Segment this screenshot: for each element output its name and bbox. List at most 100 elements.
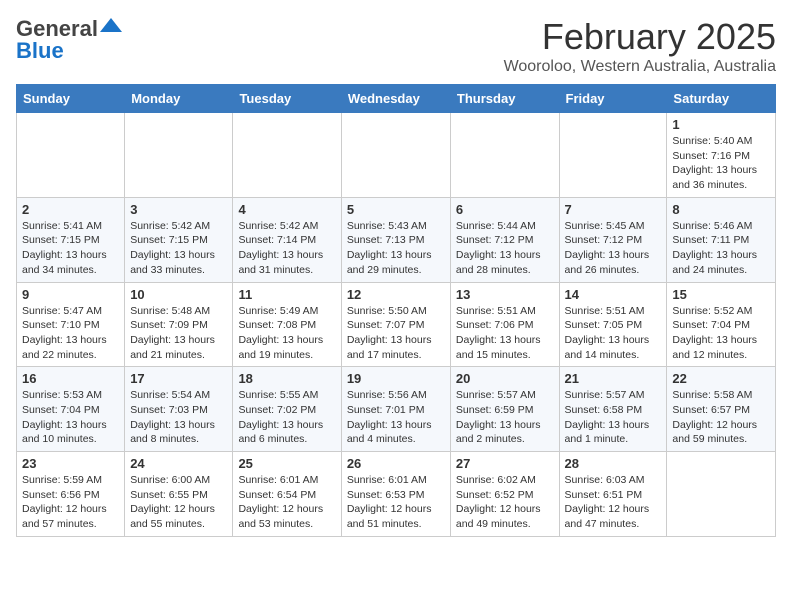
calendar-cell: 2 Sunrise: 5:41 AMSunset: 7:15 PMDaylight… — [17, 197, 125, 282]
day-number: 21 — [565, 371, 662, 386]
day-detail: Sunrise: 6:03 AMSunset: 6:51 PMDaylight:… — [565, 473, 662, 532]
calendar-cell: 7 Sunrise: 5:45 AMSunset: 7:12 PMDaylight… — [559, 197, 667, 282]
calendar-cell — [450, 113, 559, 198]
calendar-week-row: 2 Sunrise: 5:41 AMSunset: 7:15 PMDaylight… — [17, 197, 776, 282]
day-number: 17 — [130, 371, 227, 386]
day-number: 13 — [456, 287, 554, 302]
weekday-header-tuesday: Tuesday — [233, 85, 341, 113]
day-detail: Sunrise: 5:53 AMSunset: 7:04 PMDaylight:… — [22, 388, 119, 447]
day-number: 11 — [238, 287, 335, 302]
day-number: 3 — [130, 202, 227, 217]
weekday-header-wednesday: Wednesday — [341, 85, 450, 113]
calendar-week-row: 9Sunrise: 5:47 AMSunset: 7:10 PMDaylight… — [17, 282, 776, 367]
calendar-cell: 15 Sunrise: 5:52 AMSunset: 7:04 PMDayligh… — [667, 282, 776, 367]
calendar-cell: 19Sunrise: 5:56 AMSunset: 7:01 PMDayligh… — [341, 367, 450, 452]
day-detail: Sunrise: 5:42 AMSunset: 7:14 PMDaylight:… — [238, 219, 335, 278]
day-detail: Sunrise: 5:57 AMSunset: 6:58 PMDaylight:… — [565, 388, 662, 447]
calendar-cell: 20Sunrise: 5:57 AMSunset: 6:59 PMDayligh… — [450, 367, 559, 452]
day-detail: Sunrise: 5:58 AMSunset: 6:57 PMDaylight:… — [672, 388, 770, 447]
weekday-header-thursday: Thursday — [450, 85, 559, 113]
day-number: 1 — [672, 117, 770, 132]
logo: General Blue — [16, 16, 122, 64]
day-number: 5 — [347, 202, 445, 217]
calendar-cell: 6Sunrise: 5:44 AMSunset: 7:12 PMDaylight… — [450, 197, 559, 282]
calendar-cell: 25Sunrise: 6:01 AMSunset: 6:54 PMDayligh… — [233, 452, 341, 537]
calendar-cell — [341, 113, 450, 198]
day-detail: Sunrise: 6:01 AMSunset: 6:53 PMDaylight:… — [347, 473, 445, 532]
calendar-cell: 4 Sunrise: 5:42 AMSunset: 7:14 PMDaylight… — [233, 197, 341, 282]
day-number: 25 — [238, 456, 335, 471]
calendar-cell: 17Sunrise: 5:54 AMSunset: 7:03 PMDayligh… — [125, 367, 233, 452]
day-detail: Sunrise: 5:49 AMSunset: 7:08 PMDaylight:… — [238, 304, 335, 363]
calendar-cell: 12 Sunrise: 5:50 AMSunset: 7:07 PMDayligh… — [341, 282, 450, 367]
calendar-cell: 14 Sunrise: 5:51 AMSunset: 7:05 PMDayligh… — [559, 282, 667, 367]
day-detail: Sunrise: 5:51 AMSunset: 7:06 PMDaylight:… — [456, 304, 554, 363]
day-detail: Sunrise: 5:48 AMSunset: 7:09 PMDaylight:… — [130, 304, 227, 363]
calendar-cell: 27Sunrise: 6:02 AMSunset: 6:52 PMDayligh… — [450, 452, 559, 537]
calendar-cell: 5 Sunrise: 5:43 AMSunset: 7:13 PMDaylight… — [341, 197, 450, 282]
day-detail: Sunrise: 5:42 AMSunset: 7:15 PMDaylight:… — [130, 219, 227, 278]
day-number: 18 — [238, 371, 335, 386]
day-detail: Sunrise: 5:59 AMSunset: 6:56 PMDaylight:… — [22, 473, 119, 532]
day-detail: Sunrise: 5:55 AMSunset: 7:02 PMDaylight:… — [238, 388, 335, 447]
calendar-cell — [125, 113, 233, 198]
day-number: 9 — [22, 287, 119, 302]
calendar-cell: 21 Sunrise: 5:57 AMSunset: 6:58 PMDayligh… — [559, 367, 667, 452]
location-title: Wooroloo, Western Australia, Australia — [504, 58, 776, 76]
day-detail: Sunrise: 5:50 AMSunset: 7:07 PMDaylight:… — [347, 304, 445, 363]
weekday-header-monday: Monday — [125, 85, 233, 113]
calendar-cell: 18 Sunrise: 5:55 AMSunset: 7:02 PMDayligh… — [233, 367, 341, 452]
calendar-header-row: SundayMondayTuesdayWednesdayThursdayFrid… — [17, 85, 776, 113]
day-number: 15 — [672, 287, 770, 302]
day-detail: Sunrise: 5:43 AMSunset: 7:13 PMDaylight:… — [347, 219, 445, 278]
day-detail: Sunrise: 6:00 AMSunset: 6:55 PMDaylight:… — [130, 473, 227, 532]
logo-icon — [100, 18, 122, 36]
calendar-cell: 28 Sunrise: 6:03 AMSunset: 6:51 PMDayligh… — [559, 452, 667, 537]
calendar-cell: 13 Sunrise: 5:51 AMSunset: 7:06 PMDayligh… — [450, 282, 559, 367]
calendar-cell: 22 Sunrise: 5:58 AMSunset: 6:57 PMDayligh… — [667, 367, 776, 452]
calendar-cell: 8Sunrise: 5:46 AMSunset: 7:11 PMDaylight… — [667, 197, 776, 282]
calendar: SundayMondayTuesdayWednesdayThursdayFrid… — [16, 84, 776, 537]
day-number: 7 — [565, 202, 662, 217]
day-detail: Sunrise: 5:41 AMSunset: 7:15 PMDaylight:… — [22, 219, 119, 278]
calendar-cell: 3 Sunrise: 5:42 AMSunset: 7:15 PMDaylight… — [125, 197, 233, 282]
calendar-cell — [233, 113, 341, 198]
day-number: 23 — [22, 456, 119, 471]
month-title: February 2025 — [504, 16, 776, 58]
calendar-cell — [667, 452, 776, 537]
day-detail: Sunrise: 5:52 AMSunset: 7:04 PMDaylight:… — [672, 304, 770, 363]
calendar-cell: 1 Sunrise: 5:40 AMSunset: 7:16 PMDaylight… — [667, 113, 776, 198]
day-detail: Sunrise: 5:46 AMSunset: 7:11 PMDaylight:… — [672, 219, 770, 278]
day-number: 12 — [347, 287, 445, 302]
logo-blue: Blue — [16, 38, 64, 64]
calendar-week-row: 23 Sunrise: 5:59 AMSunset: 6:56 PMDayligh… — [17, 452, 776, 537]
weekday-header-saturday: Saturday — [667, 85, 776, 113]
day-number: 2 — [22, 202, 119, 217]
day-number: 14 — [565, 287, 662, 302]
day-detail: Sunrise: 5:40 AMSunset: 7:16 PMDaylight:… — [672, 134, 770, 193]
day-detail: Sunrise: 5:51 AMSunset: 7:05 PMDaylight:… — [565, 304, 662, 363]
calendar-week-row: 16 Sunrise: 5:53 AMSunset: 7:04 PMDayligh… — [17, 367, 776, 452]
weekday-header-friday: Friday — [559, 85, 667, 113]
day-number: 22 — [672, 371, 770, 386]
day-number: 4 — [238, 202, 335, 217]
title-block: February 2025 Wooroloo, Western Australi… — [504, 16, 776, 76]
day-detail: Sunrise: 5:56 AMSunset: 7:01 PMDaylight:… — [347, 388, 445, 447]
day-number: 24 — [130, 456, 227, 471]
day-number: 28 — [565, 456, 662, 471]
calendar-cell: 24 Sunrise: 6:00 AMSunset: 6:55 PMDayligh… — [125, 452, 233, 537]
day-detail: Sunrise: 5:45 AMSunset: 7:12 PMDaylight:… — [565, 219, 662, 278]
calendar-cell — [559, 113, 667, 198]
calendar-cell: 16 Sunrise: 5:53 AMSunset: 7:04 PMDayligh… — [17, 367, 125, 452]
day-detail: Sunrise: 5:57 AMSunset: 6:59 PMDaylight:… — [456, 388, 554, 447]
calendar-cell — [17, 113, 125, 198]
day-number: 10 — [130, 287, 227, 302]
day-number: 26 — [347, 456, 445, 471]
day-detail: Sunrise: 5:44 AMSunset: 7:12 PMDaylight:… — [456, 219, 554, 278]
page-header: General Blue February 2025 Wooroloo, Wes… — [16, 16, 776, 76]
calendar-week-row: 1 Sunrise: 5:40 AMSunset: 7:16 PMDaylight… — [17, 113, 776, 198]
day-number: 16 — [22, 371, 119, 386]
weekday-header-sunday: Sunday — [17, 85, 125, 113]
calendar-cell: 11 Sunrise: 5:49 AMSunset: 7:08 PMDayligh… — [233, 282, 341, 367]
calendar-cell: 23 Sunrise: 5:59 AMSunset: 6:56 PMDayligh… — [17, 452, 125, 537]
